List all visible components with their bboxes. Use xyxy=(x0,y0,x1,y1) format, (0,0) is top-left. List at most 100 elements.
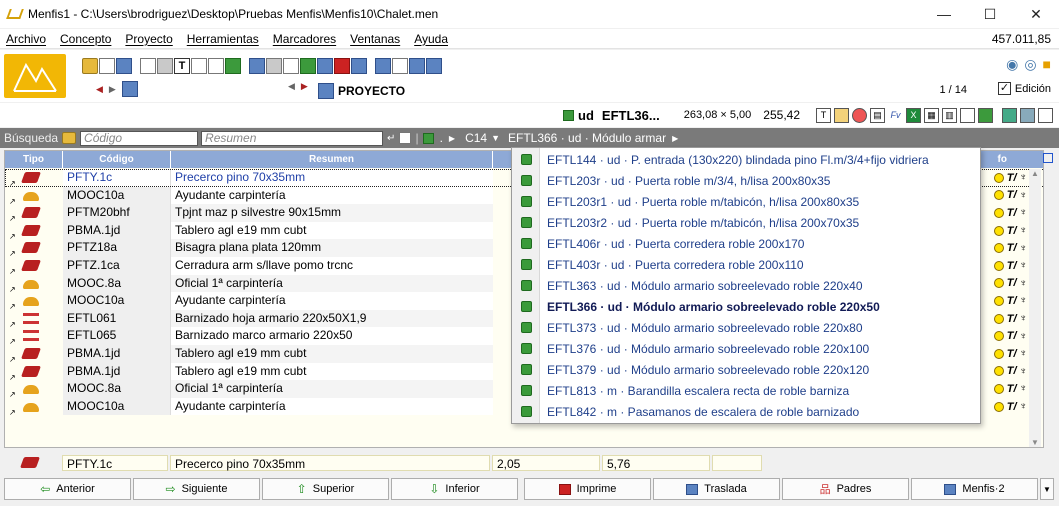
tree-flag-icon[interactable]: ♆ xyxy=(1020,243,1028,254)
dropdown-item[interactable]: EFTL403r · ud · Puerta corredera roble 2… xyxy=(512,254,980,275)
computer-icon[interactable] xyxy=(121,81,138,97)
sun-flag-icon[interactable] xyxy=(993,260,1004,271)
path-current[interactable]: EFTL366 · ud · Módulo armar xyxy=(508,131,666,145)
inferior-button[interactable]: ⇩ Inferior xyxy=(391,478,518,500)
sun-flag-icon[interactable] xyxy=(993,331,1004,342)
text-flag-icon[interactable]: T/ xyxy=(1007,383,1017,395)
sun-flag-icon[interactable] xyxy=(993,225,1004,236)
row-summary[interactable]: Bisagra plana plata 120mm xyxy=(171,239,493,257)
tree-flag-icon[interactable]: ♆ xyxy=(1020,260,1028,271)
minimize-button[interactable]: — xyxy=(921,0,967,28)
close-button[interactable]: ✕ xyxy=(1013,0,1059,28)
text-flag-icon[interactable]: T/ xyxy=(1007,189,1017,201)
path-next-icon[interactable]: ▶ xyxy=(672,134,678,143)
list-icon[interactable] xyxy=(317,58,333,74)
text-flag-icon[interactable]: T/ xyxy=(1007,401,1017,413)
text-flag-icon[interactable]: T/ xyxy=(1007,348,1017,360)
menu-archivo[interactable]: Archivo xyxy=(0,32,53,46)
color-wheel-icon[interactable] xyxy=(852,107,867,123)
vertical-scrollbar[interactable]: ▲ ▼ xyxy=(1029,169,1041,447)
summary-text[interactable]: Precerco pino 70x35mm xyxy=(170,454,490,471)
dropdown-item[interactable]: EFTL363 · ud · Módulo armario sobreeleva… xyxy=(512,275,980,296)
external-link-icon[interactable] xyxy=(1043,153,1053,163)
enter-icon[interactable]: ↵ xyxy=(387,133,395,144)
row-summary[interactable]: Barnizado hoja armario 220x50X1,9 xyxy=(171,309,493,328)
expand-arrow-icon[interactable]: ↗ xyxy=(9,351,16,363)
sun-flag-icon[interactable] xyxy=(993,243,1004,254)
notes-icon[interactable] xyxy=(834,107,849,123)
header-codigo[interactable]: Código xyxy=(63,151,171,168)
expand-arrow-icon[interactable]: ↗ xyxy=(9,404,16,416)
scroll-down-icon[interactable]: ▼ xyxy=(1029,438,1041,447)
more-options-button[interactable]: ▼ xyxy=(1040,478,1054,500)
row-summary[interactable]: Precerco pino 70x35mm xyxy=(171,169,493,187)
tree-flag-icon[interactable]: ♆ xyxy=(1020,313,1028,324)
sun-flag-icon[interactable] xyxy=(993,295,1004,306)
maximize-button[interactable]: ☐ xyxy=(967,0,1013,28)
summary-extra[interactable] xyxy=(712,454,762,471)
dropdown-item[interactable]: EFTL366 · ud · Módulo armario sobreeleva… xyxy=(512,296,980,317)
row-code[interactable]: MOOC10a xyxy=(63,292,171,310)
help-icon[interactable]: ◉ xyxy=(1006,56,1018,73)
summary-search-input[interactable]: Resumen xyxy=(201,130,384,146)
prev-arrow-icon[interactable]: ◀ xyxy=(96,84,103,95)
sun-flag-icon[interactable] xyxy=(993,348,1004,359)
tree-flag-icon[interactable]: ♆ xyxy=(1020,225,1028,236)
superior-button[interactable]: ⇧ Superior xyxy=(262,478,389,500)
dropdown-item[interactable]: EFTL379 · ud · Módulo armario sobreeleva… xyxy=(512,359,980,380)
row-code[interactable]: PBMA.1jd xyxy=(63,345,171,363)
tree-flag-icon[interactable]: ♆ xyxy=(1020,172,1028,183)
hierarchy-icon[interactable] xyxy=(426,58,442,74)
menu-ayuda[interactable]: Ayuda xyxy=(407,32,455,46)
document-icon[interactable] xyxy=(960,107,975,123)
tree-flag-icon[interactable]: ♆ xyxy=(1020,295,1028,306)
dropdown-item[interactable]: EFTL203r1 · ud · Puerta roble m/tabicón,… xyxy=(512,191,980,212)
row-summary[interactable]: Tablero agl e19 mm cubt xyxy=(171,221,493,240)
filter-icon[interactable] xyxy=(399,132,412,144)
menu-marcadores[interactable]: Marcadores xyxy=(266,32,343,46)
window-icon[interactable] xyxy=(375,58,391,74)
dropdown-item[interactable]: EFTL376 · ud · Módulo armario sobreeleva… xyxy=(512,338,980,359)
expand-arrow-icon[interactable]: ↗ xyxy=(9,263,16,275)
sun-flag-icon[interactable] xyxy=(993,383,1004,394)
text-flag-icon[interactable]: T/ xyxy=(1007,207,1017,219)
row-summary[interactable]: Oficial 1ª carpintería xyxy=(171,274,493,293)
edicion-toggle[interactable]: ✓ Edición xyxy=(997,82,1051,95)
calc-icon[interactable] xyxy=(300,58,316,74)
text-tool-icon[interactable]: T xyxy=(816,107,831,123)
structure-icon[interactable] xyxy=(249,58,265,74)
summary-qty[interactable]: 2,05 xyxy=(492,454,600,471)
cube-icon[interactable] xyxy=(225,58,241,74)
open-folder-icon[interactable] xyxy=(82,58,98,74)
dropdown-item[interactable]: EFTL203r · ud · Puerta roble m/3/4, h/li… xyxy=(512,170,980,191)
row-code[interactable]: PFTY.1c xyxy=(63,169,171,187)
measure-icon[interactable]: ▦ xyxy=(924,107,939,123)
text-flag-icon[interactable]: T/ xyxy=(1007,295,1017,307)
row-code[interactable]: PFTZ18a xyxy=(63,239,171,257)
tree-flag-icon[interactable]: ♆ xyxy=(1020,348,1028,359)
grid-icon[interactable]: ▥ xyxy=(942,107,957,123)
row-code[interactable]: EFTL061 xyxy=(63,309,171,328)
dropdown-item[interactable]: EFTL203r2 · ud · Puerta roble m/tabicón,… xyxy=(512,212,980,233)
summary-price[interactable]: 5,76 xyxy=(602,454,710,471)
row-code[interactable]: MOOC10a xyxy=(63,186,171,205)
expand-arrow-icon[interactable]: ↗ xyxy=(9,298,16,310)
tree-flag-icon[interactable]: ♆ xyxy=(1020,383,1028,394)
text-flag-icon[interactable]: T/ xyxy=(1007,260,1017,272)
siguiente-button[interactable]: ⇨ Siguiente xyxy=(133,478,260,500)
folder-icon[interactable] xyxy=(62,132,77,144)
row-summary[interactable]: Tablero agl e19 mm cubt xyxy=(171,362,493,381)
menu-ventanas[interactable]: Ventanas xyxy=(343,32,407,46)
chevron-down-icon[interactable]: ▼ xyxy=(491,133,500,143)
anterior-button[interactable]: ⇦ Anterior xyxy=(4,478,131,500)
row-code[interactable]: PFTM20bhf xyxy=(63,204,171,222)
row-code[interactable]: PFTZ.1ca xyxy=(63,257,171,275)
text-flag-icon[interactable]: T/ xyxy=(1007,365,1017,377)
expand-arrow-icon[interactable]: ↗ xyxy=(9,333,16,345)
menu-concepto[interactable]: Concepto xyxy=(53,32,118,46)
table-icon[interactable] xyxy=(191,58,207,74)
scroll-up-icon[interactable]: ▲ xyxy=(1029,169,1041,178)
green-block-icon[interactable] xyxy=(978,107,993,123)
expand-arrow-icon[interactable]: ↗ xyxy=(9,281,16,293)
columns-icon[interactable] xyxy=(392,58,408,74)
